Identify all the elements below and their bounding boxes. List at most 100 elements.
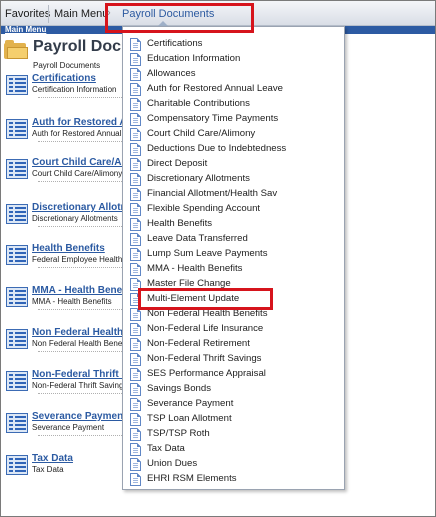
menu-item[interactable]: Education Information	[123, 52, 344, 67]
divider	[38, 393, 126, 394]
document-icon	[130, 368, 141, 381]
menu-item-label: Severance Payment	[147, 398, 234, 409]
document-icon	[130, 218, 141, 231]
list-item-description: Non-Federal Thrift Savings	[32, 381, 128, 390]
document-icon	[130, 98, 141, 111]
menu-item-label: Health Benefits	[147, 218, 213, 229]
menu-item[interactable]: MMA - Health Benefits	[123, 262, 344, 277]
list-item-description: MMA - Health Benefits	[32, 297, 112, 306]
document-icon	[130, 248, 141, 261]
page-breadcrumb: Payroll Documents	[33, 61, 101, 70]
menu-item-label: Court Child Care/Alimony	[147, 128, 256, 139]
menu-item-label: Deductions Due to Indebtedness	[147, 143, 287, 154]
payroll-documents-dropdown: Certifications Education Information Allow…	[122, 26, 345, 490]
list-item-description: Discretionary Allotments	[32, 214, 118, 223]
menu-item[interactable]: Tax Data	[123, 442, 344, 457]
list-item-description: Severance Payment	[32, 423, 105, 432]
menu-item[interactable]: TSP Loan Allotment	[123, 412, 344, 427]
menu-item-label: Allowances	[147, 68, 196, 79]
menu-item-label: Non-Federal Thrift Savings	[147, 353, 262, 364]
document-icon	[130, 383, 141, 396]
menu-item[interactable]: Severance Payment	[123, 397, 344, 412]
document-icon	[130, 128, 141, 141]
list-item-title[interactable]: Certifications	[32, 73, 96, 84]
highlight-box-menu-item	[138, 288, 273, 310]
list-item-title[interactable]: Tax Data	[32, 453, 73, 464]
list-document-icon	[6, 159, 28, 179]
divider	[38, 435, 126, 436]
menu-item-label: Union Dues	[147, 458, 198, 469]
menu-item[interactable]: Flexible Spending Account	[123, 202, 344, 217]
document-icon	[130, 323, 141, 336]
folder-icon	[4, 40, 28, 60]
menu-item[interactable]: Health Benefits	[123, 217, 344, 232]
menu-item[interactable]: Court Child Care/Alimony	[123, 127, 344, 142]
menu-item-label: Flexible Spending Account	[147, 203, 261, 214]
document-icon	[130, 428, 141, 441]
document-icon	[130, 458, 141, 471]
menu-item-label: Non-Federal Life Insurance	[147, 323, 264, 334]
divider	[38, 267, 126, 268]
menu-item[interactable]: Union Dues	[123, 457, 344, 472]
document-icon	[130, 68, 141, 81]
menu-item-label: TSP Loan Allotment	[147, 413, 232, 424]
menu-item[interactable]: Auth for Restored Annual Leave	[123, 82, 344, 97]
list-document-icon	[6, 119, 28, 139]
menu-item[interactable]: EHRI RSM Elements	[123, 472, 344, 487]
menu-item[interactable]: Certifications	[123, 37, 344, 52]
menu-item[interactable]: Savings Bonds	[123, 382, 344, 397]
menu-item[interactable]: Leave Data Transferred	[123, 232, 344, 247]
menu-item-label: Leave Data Transferred	[147, 233, 248, 244]
menu-item[interactable]: Compensatory Time Payments	[123, 112, 344, 127]
document-icon	[130, 143, 141, 156]
document-icon	[130, 473, 141, 486]
list-item-description: Tax Data	[32, 465, 64, 474]
list-document-icon	[6, 455, 28, 475]
list-document-icon	[6, 204, 28, 224]
menu-item[interactable]: Non-Federal Life Insurance	[123, 322, 344, 337]
menu-item-label: TSP/TSP Roth	[147, 428, 210, 439]
menu-item-label: Certifications	[147, 38, 203, 49]
list-document-icon	[6, 371, 28, 391]
divider	[38, 351, 126, 352]
list-document-icon	[6, 413, 28, 433]
divider	[38, 181, 126, 182]
menu-item[interactable]: Non-Federal Thrift Savings	[123, 352, 344, 367]
list-item-title[interactable]: Health Benefits	[32, 243, 105, 254]
menu-item-label: Discretionary Allotments	[147, 173, 250, 184]
main-menu[interactable]: Main Menu	[54, 8, 108, 20]
menu-item[interactable]: Non-Federal Retirement	[123, 337, 344, 352]
menu-item[interactable]: Deductions Due to Indebtedness	[123, 142, 344, 157]
document-icon	[130, 38, 141, 51]
list-document-icon	[6, 75, 28, 95]
divider	[38, 309, 126, 310]
menu-item-label: Education Information	[147, 53, 241, 64]
highlight-box-nav	[105, 3, 254, 33]
menu-item[interactable]: Charitable Contributions	[123, 97, 344, 112]
menu-item[interactable]: Lump Sum Leave Payments	[123, 247, 344, 262]
document-icon	[130, 413, 141, 426]
breadcrumb-main-menu-link[interactable]: Main Menu	[5, 25, 46, 34]
favorites-menu[interactable]: Favorites	[5, 8, 50, 20]
menu-item-label: Direct Deposit	[147, 158, 208, 169]
document-icon	[130, 338, 141, 351]
document-icon	[130, 203, 141, 216]
menu-item-label: Savings Bonds	[147, 383, 211, 394]
menu-item-label: Lump Sum Leave Payments	[147, 248, 268, 259]
list-item-title[interactable]: Severance Payment	[32, 411, 127, 422]
menu-item-label: Tax Data	[147, 443, 185, 454]
menu-item-label: Financial Allotment/Health Sav	[147, 188, 278, 199]
menu-item-label: Auth for Restored Annual Leave	[147, 83, 284, 94]
menu-item[interactable]: Financial Allotment/Health Sav	[123, 187, 344, 202]
menu-item[interactable]: TSP/TSP Roth	[123, 427, 344, 442]
menu-item-label: MMA - Health Benefits	[147, 263, 243, 274]
nav-divider	[48, 5, 49, 23]
menu-item[interactable]: Allowances	[123, 67, 344, 82]
list-document-icon	[6, 287, 28, 307]
menu-item[interactable]: Direct Deposit	[123, 157, 344, 172]
menu-item[interactable]: Discretionary Allotments	[123, 172, 344, 187]
menu-item[interactable]: SES Performance Appraisal	[123, 367, 344, 382]
document-icon	[130, 188, 141, 201]
document-icon	[130, 233, 141, 246]
menu-item-label: SES Performance Appraisal	[147, 368, 266, 379]
